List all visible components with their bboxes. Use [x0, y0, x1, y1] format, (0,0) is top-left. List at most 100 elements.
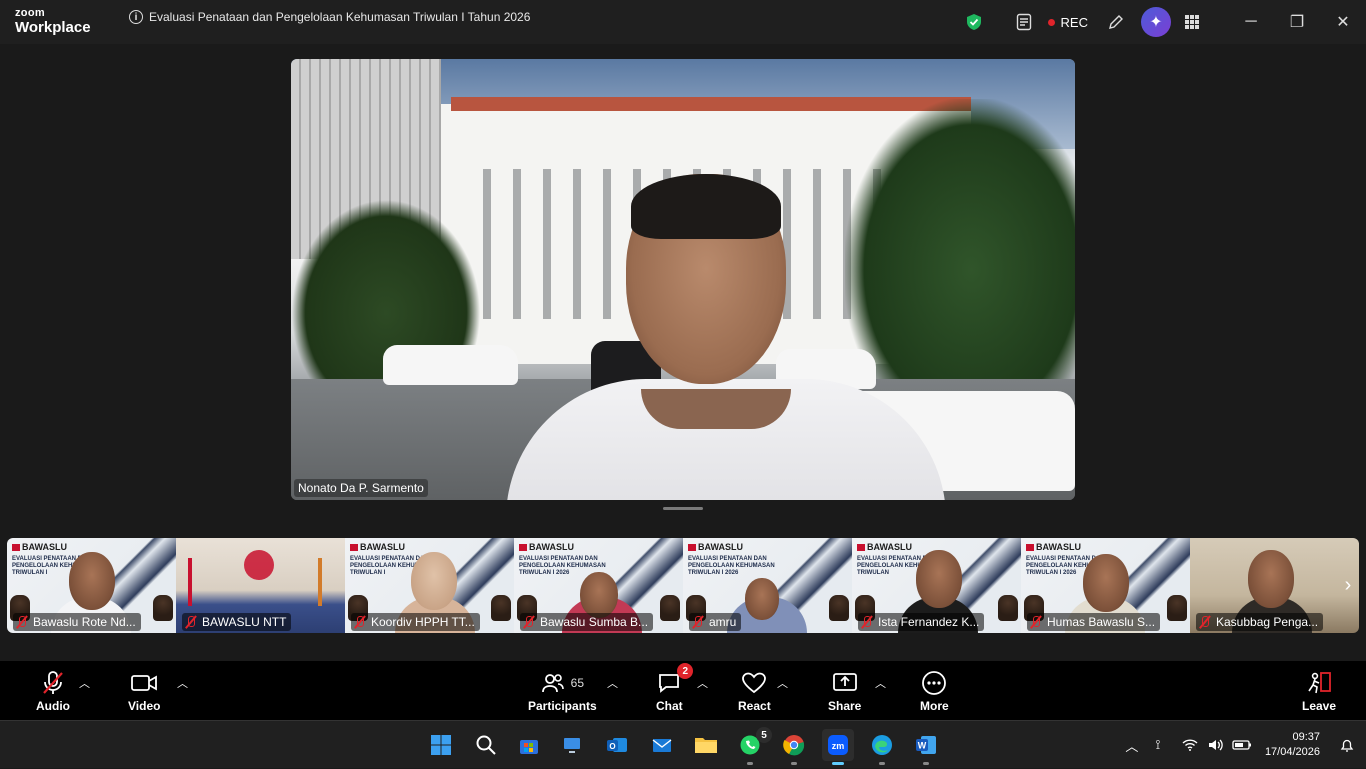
- store-icon[interactable]: [513, 729, 545, 761]
- mascot-image: [829, 595, 849, 621]
- more-button[interactable]: More: [920, 669, 949, 713]
- meeting-info[interactable]: i Evaluasi Penataan dan Pengelolaan Kehu…: [129, 10, 530, 24]
- info-icon[interactable]: i: [129, 10, 143, 24]
- bawaslu-logo: BAWASLU: [12, 542, 67, 552]
- rec-label: REC: [1060, 14, 1088, 30]
- meeting-controls: Audio ︿ Video ︿ 65 Participants ︿ 2 Chat…: [0, 661, 1366, 720]
- apps-grid-icon[interactable]: [1174, 4, 1210, 40]
- muted-mic-icon: [1198, 615, 1212, 629]
- ai-companion-button[interactable]: ✦: [1138, 4, 1174, 40]
- svg-text:zm: zm: [832, 741, 845, 751]
- pencil-icon[interactable]: [1098, 4, 1134, 40]
- outlook-icon[interactable]: O: [601, 729, 633, 761]
- participant-tile[interactable]: BAWASLU EVALUASI PENATAAN DAN PENGELOLAA…: [514, 538, 683, 633]
- react-label: React: [738, 699, 771, 713]
- main-video-area: Nonato Da P. Sarmento: [0, 44, 1366, 535]
- tile-name-label: Kasubbag Penga...: [1196, 613, 1324, 631]
- participant-tile[interactable]: BAWASLU EVALUASI PENATAAN DAN PENGELOLAA…: [7, 538, 176, 633]
- whatsapp-icon[interactable]: 5: [734, 727, 772, 765]
- muted-mic-icon: [184, 615, 198, 629]
- chevron-up-icon[interactable]: ︿: [875, 675, 886, 691]
- title-bar: zoom Workplace i Evaluasi Penataan dan P…: [0, 0, 1366, 44]
- chevron-up-icon[interactable]: ︿: [697, 675, 708, 691]
- participant-tile[interactable]: BAWASLU EVALUASI PENATAAN DAN PENGELOLAA…: [345, 538, 514, 633]
- more-icon: [921, 669, 947, 697]
- active-speaker-video[interactable]: Nonato Da P. Sarmento: [291, 59, 1075, 500]
- chat-button[interactable]: 2 Chat: [656, 663, 694, 713]
- search-icon[interactable]: [470, 729, 502, 761]
- muted-mic-icon: [860, 615, 874, 629]
- tile-name-label: Bawaslu Rote Nd...: [13, 613, 141, 631]
- participants-button[interactable]: 65 Participants: [528, 669, 597, 713]
- mascot-image: [1167, 595, 1187, 621]
- chat-badge: 2: [677, 663, 694, 679]
- windows-start-icon[interactable]: [425, 729, 457, 761]
- chevron-up-icon[interactable]: ︿: [1121, 734, 1143, 756]
- clock[interactable]: 09:37 17/04/2026: [1265, 730, 1320, 760]
- mascot-image: [998, 595, 1018, 621]
- bawaslu-logo: BAWASLU: [350, 542, 405, 552]
- notification-bell-icon[interactable]: [1336, 734, 1358, 756]
- system-tray: ︿ ⟟ 09:37 17/04/2026: [1119, 721, 1366, 769]
- participant-tile[interactable]: BAWASLU EVALUASI PENATAAN DAN PENGELOLAA…: [683, 538, 852, 633]
- shield-icon[interactable]: [956, 4, 992, 40]
- close-button[interactable]: ✕: [1320, 0, 1366, 44]
- file-explorer-icon[interactable]: [690, 729, 722, 761]
- zoom-logo: zoom Workplace: [15, 7, 91, 36]
- edge-icon[interactable]: [866, 729, 898, 765]
- tile-name-label: Ista Fernandez K...: [858, 613, 985, 631]
- bawaslu-logo: BAWASLU: [857, 542, 912, 552]
- mascot-image: [153, 595, 173, 621]
- chevron-right-icon[interactable]: ›: [1339, 568, 1357, 602]
- meeting-title: Evaluasi Penataan dan Pengelolaan Kehuma…: [149, 10, 531, 24]
- wifi-icon[interactable]: [1179, 734, 1201, 756]
- clock-time: 09:37: [1292, 731, 1320, 743]
- muted-mic-icon: [15, 615, 29, 629]
- zoom-app-icon[interactable]: zm: [822, 729, 854, 765]
- minimize-button[interactable]: ─: [1228, 0, 1274, 44]
- resize-handle[interactable]: [663, 507, 703, 510]
- participant-count: 65: [570, 676, 585, 690]
- chrome-icon[interactable]: [778, 729, 810, 765]
- chevron-up-icon[interactable]: ︿: [177, 675, 188, 691]
- tile-name-label: amru: [689, 613, 742, 631]
- share-button[interactable]: Share: [828, 669, 861, 713]
- audio-label: Audio: [36, 699, 70, 713]
- tile-name-label: BAWASLU NTT: [182, 613, 292, 631]
- tile-headline: EVALUASI PENATAAN DAN PENGELOLAAN KEHUMA…: [519, 556, 606, 577]
- chevron-up-icon[interactable]: ︿: [777, 675, 788, 691]
- location-icon[interactable]: ⟟: [1147, 734, 1169, 756]
- participants-label: Participants: [528, 699, 597, 713]
- notes-icon[interactable]: [1006, 4, 1042, 40]
- react-button[interactable]: React: [738, 669, 771, 713]
- recording-indicator[interactable]: REC: [1047, 14, 1088, 30]
- leave-button[interactable]: Leave: [1302, 669, 1336, 713]
- chevron-up-icon[interactable]: ︿: [607, 675, 618, 691]
- logo-emblem-icon: [244, 550, 274, 580]
- flag-icon: [318, 558, 322, 606]
- word-icon[interactable]: W: [910, 729, 942, 765]
- audio-button[interactable]: Audio: [36, 669, 70, 713]
- muted-mic-icon: [41, 669, 65, 697]
- tile-name-label: Koordiv HPPH TT...: [351, 613, 480, 631]
- chevron-up-icon[interactable]: ︿: [79, 675, 90, 691]
- participant-tile[interactable]: Kasubbag Penga... ›: [1190, 538, 1359, 633]
- flag-icon: [188, 558, 192, 606]
- volume-icon[interactable]: [1205, 734, 1227, 756]
- participant-tile[interactable]: BAWASLU EVALUASI PENATAAN DAN PENGELOLAA…: [1021, 538, 1190, 633]
- share-screen-icon: [832, 669, 858, 697]
- restore-button[interactable]: ❐: [1274, 0, 1320, 44]
- video-button[interactable]: Video: [128, 669, 160, 713]
- remote-desktop-icon[interactable]: [556, 729, 588, 761]
- battery-icon[interactable]: [1231, 734, 1253, 756]
- participant-tile[interactable]: BAWASLU EVALUASI PENATAAN DAN PENGELOLAA…: [852, 538, 1021, 633]
- participant-tile[interactable]: BAWASLU NTT: [176, 538, 345, 633]
- svg-text:O: O: [609, 742, 615, 751]
- tile-name-label: Bawaslu Sumba B...: [520, 613, 654, 631]
- brand-top: zoom: [15, 7, 45, 19]
- heart-icon: [741, 669, 767, 697]
- tile-name-label: Humas Bawaslu S...: [1027, 613, 1161, 631]
- bawaslu-logo: BAWASLU: [519, 542, 574, 552]
- gallery-strip: BAWASLU EVALUASI PENATAAN DAN PENGELOLAA…: [7, 538, 1359, 633]
- mail-icon[interactable]: [646, 729, 678, 761]
